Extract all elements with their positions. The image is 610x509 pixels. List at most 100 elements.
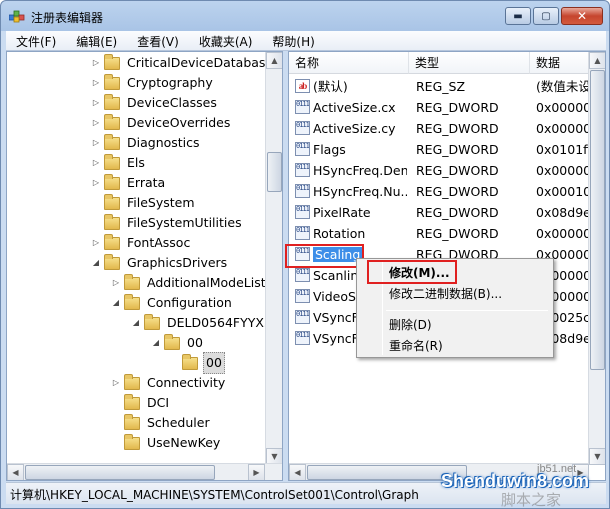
tree-node[interactable]: ▷ CriticalDeviceDatabase: [91, 53, 275, 73]
minimize-button[interactable]: ▬: [505, 7, 531, 25]
expand-arrow-icon[interactable]: ▷: [91, 178, 101, 188]
close-button[interactable]: ✕: [561, 7, 603, 25]
tree-hscroll-thumb[interactable]: [25, 465, 215, 480]
menu-help[interactable]: 帮助(H): [262, 31, 324, 51]
expand-arrow-icon[interactable]: ▷: [91, 98, 101, 108]
folder-icon: [104, 93, 120, 110]
binary-value-icon: 011110: [295, 100, 310, 114]
column-header-name[interactable]: 名称: [289, 52, 409, 74]
tree-node[interactable]: ◢ 00: [151, 333, 205, 353]
folder-icon: [104, 113, 120, 130]
column-header-type[interactable]: 类型: [409, 52, 530, 74]
watermark-caption: 脚本之家: [501, 491, 562, 509]
menu-edit[interactable]: 编辑(E): [66, 31, 127, 51]
tree-node[interactable]: ▷ Diagnostics: [91, 133, 202, 153]
folder-icon: [104, 213, 120, 230]
expand-arrow-icon[interactable]: ▷: [111, 278, 121, 288]
folder-icon: [104, 253, 120, 270]
value-data: 0x000107ac: [536, 184, 589, 199]
folder-icon: [124, 373, 140, 390]
list-scroll-thumb[interactable]: [590, 70, 605, 370]
tree-node[interactable]: Scheduler: [111, 413, 212, 433]
binary-value-icon: 011110: [295, 121, 310, 135]
expand-arrow-icon[interactable]: ▷: [91, 138, 101, 148]
value-row[interactable]: 011110HSyncFreq.Nu... REG_DWORD 0x000107ac: [289, 181, 589, 202]
context-delete[interactable]: 删除(D): [360, 315, 550, 335]
value-row[interactable]: 011110PixelRate REG_DWORD 0x08d9ee20: [289, 202, 589, 223]
tree-horizontal-scrollbar[interactable]: ◀ ▶: [7, 463, 282, 480]
tree-node[interactable]: ◢ DELD0564FYYX52: [131, 313, 282, 333]
value-data: 0x00000001: [536, 163, 589, 178]
tree-vertical-scrollbar[interactable]: ▲ ▼: [265, 52, 282, 465]
folder-icon: [104, 173, 120, 190]
maximize-button[interactable]: ▢: [533, 7, 559, 25]
registry-path: 计算机\HKEY_LOCAL_MACHINE\SYSTEM\ControlSet…: [10, 488, 419, 502]
tree-node[interactable]: ▷ DeviceClasses: [91, 93, 219, 113]
value-row[interactable]: 011110HSyncFreq.Den... REG_DWORD 0x0000000…: [289, 160, 589, 181]
value-type: REG_DWORD: [416, 121, 499, 136]
value-row[interactable]: 011110Rotation REG_DWORD 0x00000001: [289, 223, 589, 244]
scaling-highlight-box: [285, 244, 364, 268]
tree-node-label: FileSystemUtilities: [127, 215, 242, 230]
tree-node[interactable]: ▷ Connectivity: [111, 373, 227, 393]
tree-node-label: Diagnostics: [127, 135, 200, 150]
expand-arrow-icon[interactable]: ◢: [151, 338, 161, 348]
value-data: 0x00000001: [536, 226, 589, 241]
tree-node-label: Scheduler: [147, 415, 210, 430]
value-row[interactable]: ab(默认) REG_SZ (数值未设置): [289, 76, 589, 97]
value-name-cell: ActiveSize.cx: [313, 97, 407, 118]
scroll-up-icon[interactable]: ▲: [266, 52, 282, 69]
tree-node[interactable]: ◢ GraphicsDrivers: [91, 253, 229, 273]
scroll-left-icon[interactable]: ◀: [7, 464, 24, 480]
value-row[interactable]: 011110Flags REG_DWORD 0x0101ff87: [289, 139, 589, 160]
scroll-down-icon[interactable]: ▼: [589, 448, 605, 465]
expand-arrow-icon[interactable]: ▷: [91, 58, 101, 68]
value-data: 0x0101ff87: [536, 142, 589, 157]
menu-favorites[interactable]: 收藏夹(A): [189, 31, 263, 51]
expand-arrow-icon[interactable]: ◢: [131, 318, 141, 328]
folder-icon: [104, 133, 120, 150]
tree-node[interactable]: ▷ Els: [91, 153, 147, 173]
value-row[interactable]: 011110ActiveSize.cx REG_DWORD 0x00000780: [289, 97, 589, 118]
binary-value-icon: 011110: [295, 163, 310, 177]
tree-node-label: 00: [187, 335, 203, 350]
no-expander: [169, 358, 179, 368]
value-name-cell: ActiveSize.cy: [313, 118, 407, 139]
expand-arrow-icon[interactable]: ◢: [91, 258, 101, 268]
scroll-up-icon[interactable]: ▲: [589, 52, 605, 69]
expand-arrow-icon[interactable]: ◢: [111, 298, 121, 308]
context-rename[interactable]: 重命名(R): [360, 336, 550, 356]
tree-node[interactable]: ▷ AdditionalModeLists: [111, 273, 274, 293]
expand-arrow-icon[interactable]: ▷: [91, 238, 101, 248]
expand-arrow-icon[interactable]: ▷: [111, 378, 121, 388]
value-data: 0x00000780: [536, 100, 589, 115]
tree-node[interactable]: ▷ FontAssoc: [91, 233, 192, 253]
title-bar[interactable]: 注册表编辑器 ▬ ▢ ✕: [1, 1, 609, 31]
tree-node[interactable]: ▷ Errata: [91, 173, 167, 193]
value-row[interactable]: 011110ActiveSize.cy REG_DWORD 0x00000438: [289, 118, 589, 139]
tree-node[interactable]: FileSystem: [91, 193, 197, 213]
menu-file[interactable]: 文件(F): [6, 31, 66, 51]
key-tree-pane[interactable]: ▷ CriticalDeviceDatabase ▷ Cryptography ▷ Dev…: [6, 51, 283, 481]
tree-node[interactable]: 00: [169, 352, 225, 374]
folder-icon: [124, 273, 140, 290]
tree-scroll-thumb[interactable]: [267, 152, 282, 192]
binary-value-icon: 011110: [295, 205, 310, 219]
folder-icon: [124, 393, 140, 410]
tree-node[interactable]: UseNewKey: [111, 433, 222, 453]
expand-arrow-icon[interactable]: ▷: [91, 118, 101, 128]
tree-node[interactable]: DCI: [111, 393, 171, 413]
list-vertical-scrollbar[interactable]: ▲ ▼: [588, 52, 605, 465]
tree-node[interactable]: ▷ DeviceOverrides: [91, 113, 232, 133]
tree-node[interactable]: ▷ Cryptography: [91, 73, 215, 93]
menu-view[interactable]: 查看(V): [127, 31, 189, 51]
expand-arrow-icon[interactable]: ▷: [91, 78, 101, 88]
folder-icon: [124, 293, 140, 310]
tree-node[interactable]: FileSystemUtilities: [91, 213, 244, 233]
context-modify-binary[interactable]: 修改二进制数据(B)...: [360, 284, 550, 304]
expand-arrow-icon[interactable]: ▷: [91, 158, 101, 168]
tree-node[interactable]: ◢ Configuration: [111, 293, 234, 313]
scroll-right-icon[interactable]: ▶: [248, 464, 265, 480]
scroll-left-icon[interactable]: ◀: [289, 464, 306, 480]
value-name-cell: HSyncFreq.Den...: [313, 160, 407, 181]
